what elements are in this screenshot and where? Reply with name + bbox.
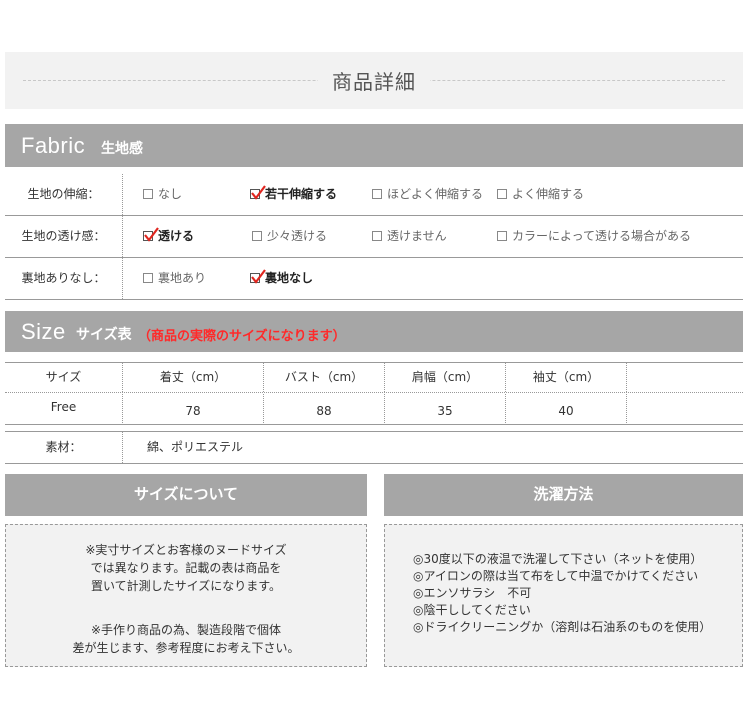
option-label: 透ける bbox=[158, 229, 195, 243]
washing-item: ◎30度以下の液温で洗濯して下さい（ネットを使用） bbox=[413, 552, 703, 566]
checkbox-icon bbox=[372, 189, 382, 199]
size-header-cell: バスト（cm） bbox=[263, 363, 384, 392]
size-heading-jp: サイズ表 bbox=[76, 327, 132, 343]
checked-checkbox-icon bbox=[250, 269, 266, 284]
option-stretch-none: なし bbox=[143, 174, 182, 215]
size-cell: 40 bbox=[505, 394, 626, 425]
size-header-cell: 着丈（cm） bbox=[122, 363, 263, 392]
size-cell: Free bbox=[50, 400, 77, 414]
option-label: ほどよく伸縮する bbox=[387, 187, 484, 201]
option-label: よく伸縮する bbox=[512, 187, 585, 201]
checkbox-icon bbox=[497, 231, 507, 241]
washing-list: ◎30度以下の液温で洗濯して下さい（ネットを使用） ◎アイロンの際は当て布をして… bbox=[413, 551, 711, 636]
checkbox-icon bbox=[252, 231, 262, 241]
size-header-cell: サイズ bbox=[45, 370, 82, 384]
fabric-row-stretch: 生地の伸縮： なし 若干伸縮する ほどよく伸縮する よく伸縮する bbox=[5, 174, 743, 216]
about-size-line: 差が生じます、参考程度にお考え下さい。 bbox=[72, 641, 300, 655]
washing-item: ◎ドライクリーニングか（溶剤は石油系のものを使用） bbox=[413, 620, 712, 634]
size-cell bbox=[626, 394, 743, 425]
fabric-row-sheer: 生地の透け感： 透ける 少々透ける 透けません カラーによって透ける場合がある bbox=[5, 216, 743, 258]
option-sheer-no: 透けません bbox=[372, 216, 447, 257]
option-label: 裏地あり bbox=[158, 271, 207, 285]
checked-checkbox-icon bbox=[250, 185, 266, 200]
size-section-header: Size サイズ表 （商品の実際のサイズになります） bbox=[5, 311, 743, 352]
fabric-heading-jp: 生地感 bbox=[101, 141, 143, 157]
option-lining-yes: 裏地あり bbox=[143, 258, 206, 299]
fabric-row-label: 生地の透け感： bbox=[21, 229, 106, 243]
option-label: 若干伸縮する bbox=[265, 187, 338, 201]
option-sheer-slight: 少々透ける bbox=[252, 216, 327, 257]
size-heading-en: Size bbox=[21, 319, 66, 344]
option-stretch-moderate: ほどよく伸縮する bbox=[372, 174, 483, 215]
option-sheer-color: カラーによって透ける場合がある bbox=[497, 216, 691, 257]
fabric-heading-en: Fabric bbox=[21, 133, 86, 158]
option-label: 少々透ける bbox=[267, 229, 328, 243]
about-size-box: ※実寸サイズとお客様のヌードサイズ では異なります。記載の表は商品を 置いて計測… bbox=[5, 524, 367, 667]
fabric-section-header: Fabric 生地感 bbox=[5, 124, 743, 167]
material-label: 素材： bbox=[45, 440, 82, 454]
size-cell: 88 bbox=[263, 394, 384, 425]
washing-item: ◎アイロンの際は当て布をして中温でかけてください bbox=[413, 569, 699, 583]
checked-checkbox-icon bbox=[143, 227, 159, 242]
about-size-header: サイズについて bbox=[5, 474, 367, 516]
size-table-row: Free 78 88 35 40 bbox=[5, 394, 743, 425]
size-header-cell: 袖丈（cm） bbox=[505, 363, 626, 392]
checkbox-icon bbox=[143, 273, 153, 283]
about-size-line: 置いて計測したサイズになります。 bbox=[90, 579, 282, 593]
option-sheer-yes: 透ける bbox=[143, 216, 194, 257]
about-size-paragraph-1: ※実寸サイズとお客様のヌードサイズ では異なります。記載の表は商品を 置いて計測… bbox=[6, 541, 366, 595]
size-header-cell bbox=[626, 363, 743, 392]
fabric-row-lining: 裏地ありなし： 裏地あり 裏地なし bbox=[5, 258, 743, 300]
page-title: 商品詳細 bbox=[318, 70, 430, 94]
washing-box: ◎30度以下の液温で洗濯して下さい（ネットを使用） ◎アイロンの際は当て布をして… bbox=[384, 524, 743, 667]
size-header-cell: 肩幅（cm） bbox=[384, 363, 505, 392]
option-label: カラーによって透ける場合がある bbox=[512, 229, 692, 243]
option-label: 裏地なし bbox=[265, 271, 314, 285]
checkbox-icon bbox=[143, 189, 153, 199]
washing-header: 洗濯方法 bbox=[384, 474, 743, 516]
fabric-row-label: 裏地ありなし： bbox=[21, 271, 106, 285]
option-label: なし bbox=[158, 187, 183, 201]
material-row: 素材： 綿、ポリエステル bbox=[5, 431, 743, 464]
size-table-header-row: サイズ 着丈（cm） バスト（cm） 肩幅（cm） 袖丈（cm） bbox=[5, 363, 743, 393]
row-divider bbox=[122, 258, 123, 299]
material-value: 綿、ポリエステル bbox=[147, 440, 244, 454]
title-banner: 商品詳細 bbox=[5, 52, 743, 109]
option-stretch-slight: 若干伸縮する bbox=[250, 174, 337, 215]
about-size-line: ※手作り商品の為、製造段階で個体 bbox=[90, 623, 282, 637]
row-divider bbox=[122, 432, 123, 463]
size-cell: 78 bbox=[122, 394, 263, 425]
about-size-line: ※実寸サイズとお客様のヌードサイズ bbox=[85, 543, 287, 557]
row-divider bbox=[122, 216, 123, 257]
row-divider bbox=[122, 174, 123, 215]
washing-item: ◎陰干ししてください bbox=[413, 603, 531, 617]
size-cell: 35 bbox=[384, 394, 505, 425]
option-lining-no: 裏地なし bbox=[250, 258, 313, 299]
fabric-row-label: 生地の伸縮： bbox=[27, 187, 100, 201]
size-note: （商品の実際のサイズになります） bbox=[138, 329, 346, 344]
washing-item: ◎エンソサラシ 不可 bbox=[413, 586, 532, 600]
option-label: 透けません bbox=[387, 229, 447, 243]
about-size-paragraph-2: ※手作り商品の為、製造段階で個体 差が生じます、参考程度にお考え下さい。 bbox=[6, 621, 366, 657]
size-table: サイズ 着丈（cm） バスト（cm） 肩幅（cm） 袖丈（cm） Free 78… bbox=[5, 362, 743, 425]
checkbox-icon bbox=[497, 189, 507, 199]
checkbox-icon bbox=[372, 231, 382, 241]
about-size-line: では異なります。記載の表は商品を bbox=[90, 561, 282, 575]
option-stretch-high: よく伸縮する bbox=[497, 174, 584, 215]
